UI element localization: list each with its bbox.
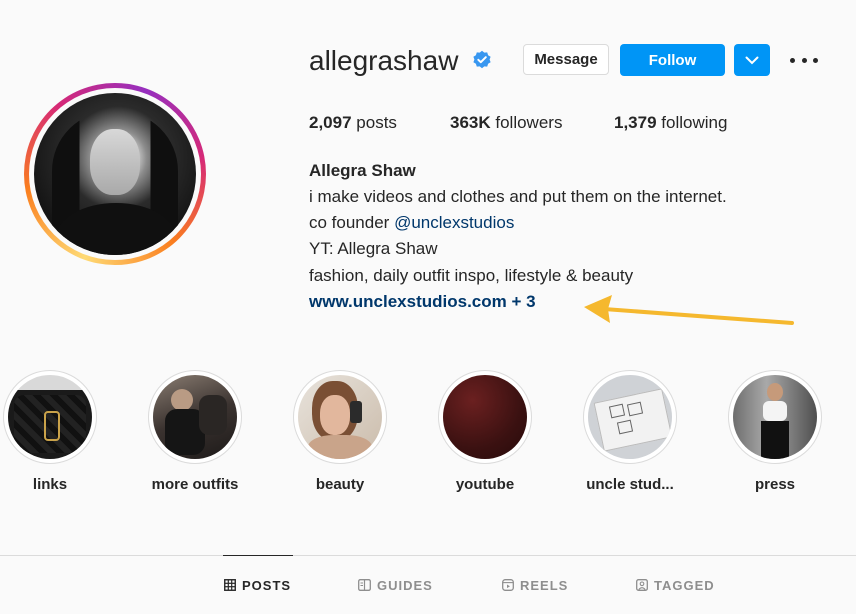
guides-icon xyxy=(358,579,371,591)
highlight-item[interactable]: links xyxy=(2,370,98,493)
following-stat[interactable]: 1,379 following xyxy=(614,112,727,134)
suggested-accounts-button[interactable] xyxy=(734,44,770,76)
followers-label: followers xyxy=(495,113,563,132)
tab-label: REELS xyxy=(520,577,569,593)
bio-line: co founder @unclexstudios xyxy=(309,212,514,234)
highlight-item[interactable]: youtube xyxy=(437,370,533,493)
tagged-icon xyxy=(636,579,648,591)
following-label: following xyxy=(661,113,728,132)
bio-line: YT: Allegra Shaw xyxy=(309,239,438,258)
followers-count: 363K xyxy=(450,113,491,132)
bio-line: i make videos and clothes and put them o… xyxy=(309,187,727,206)
tab-label: TAGGED xyxy=(654,577,715,593)
tabs-divider xyxy=(0,555,856,556)
tab-label: GUIDES xyxy=(377,577,433,593)
tab-label: POSTS xyxy=(242,577,292,593)
posts-label: posts xyxy=(356,113,397,132)
highlight-ring xyxy=(148,370,242,464)
followers-stat[interactable]: 363K followers xyxy=(450,112,562,134)
highlight-item[interactable]: beauty xyxy=(292,370,388,493)
highlight-item[interactable]: uncle stud... xyxy=(582,370,678,493)
following-count: 1,379 xyxy=(614,113,657,132)
message-button[interactable]: Message xyxy=(523,44,609,75)
highlight-ring xyxy=(583,370,677,464)
highlight-label: youtube xyxy=(455,476,515,493)
bio-text: co founder xyxy=(309,213,395,232)
highlight-ring xyxy=(3,370,97,464)
highlight-item[interactable]: more outfits xyxy=(147,370,243,493)
posts-stat: 2,097 posts xyxy=(309,112,397,134)
chevron-down-icon xyxy=(745,56,759,64)
verified-badge-icon xyxy=(473,50,491,69)
bio-website-link[interactable]: www.unclexstudios.com + 3 xyxy=(309,291,536,313)
profile-avatar[interactable] xyxy=(24,83,206,265)
highlight-label: more outfits xyxy=(151,476,239,493)
active-tab-indicator xyxy=(223,555,293,556)
highlight-item[interactable]: press xyxy=(727,370,823,493)
follow-button[interactable]: Follow xyxy=(620,44,725,76)
more-options-icon[interactable] xyxy=(790,48,818,72)
highlight-label: links xyxy=(32,476,68,493)
bio-mention-link[interactable]: @unclexstudios xyxy=(394,213,514,232)
tab-reels[interactable]: REELS xyxy=(502,576,568,594)
highlight-ring xyxy=(728,370,822,464)
avatar-photo xyxy=(34,93,196,255)
highlight-label: uncle stud... xyxy=(586,476,674,493)
annotation-arrow-icon xyxy=(584,295,794,325)
tab-posts[interactable]: POSTS xyxy=(224,576,291,594)
grid-icon xyxy=(224,579,236,591)
highlight-label: press xyxy=(754,476,796,493)
highlight-ring xyxy=(293,370,387,464)
profile-username: allegrashaw xyxy=(309,45,459,76)
bio-full-name: Allegra Shaw xyxy=(309,161,416,180)
bio-line: fashion, daily outfit inspo, lifestyle &… xyxy=(309,266,634,285)
posts-count: 2,097 xyxy=(309,113,352,132)
reels-icon xyxy=(502,579,514,591)
highlight-ring xyxy=(438,370,532,464)
highlight-label: beauty xyxy=(315,476,365,493)
tab-tagged[interactable]: TAGGED xyxy=(636,576,715,594)
tab-guides[interactable]: GUIDES xyxy=(358,576,433,594)
